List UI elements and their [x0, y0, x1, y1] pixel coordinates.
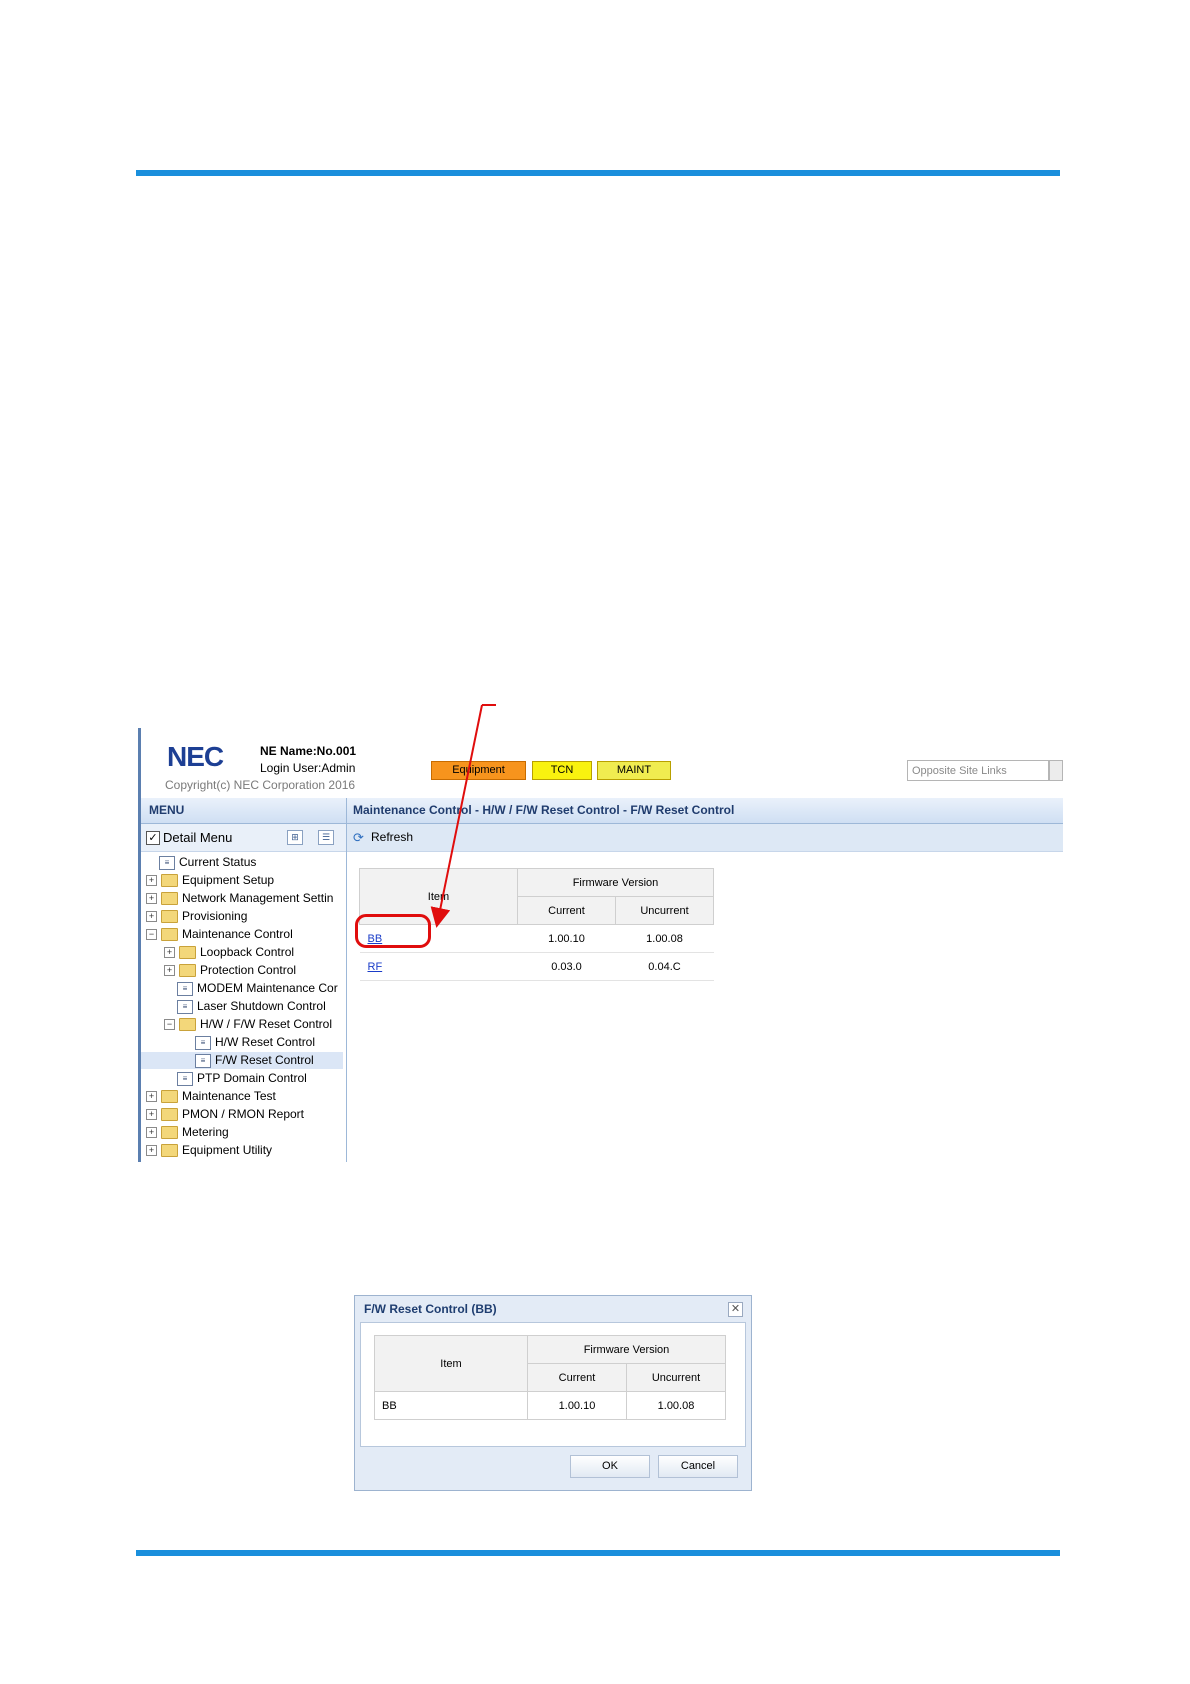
col-header-item: Item: [374, 1335, 528, 1392]
col-header-uncurrent: Uncurrent: [626, 1363, 726, 1392]
dialog-title: F/W Reset Control (BB): [364, 1302, 497, 1316]
bottom-rule: [136, 1550, 1060, 1556]
dialog-body: Item Firmware Version Current Uncurrent …: [360, 1322, 746, 1447]
cancel-button[interactable]: Cancel: [658, 1455, 738, 1478]
col-header-firmware-version: Firmware Version: [527, 1335, 726, 1364]
col-header-current: Current: [527, 1363, 627, 1392]
table-row: BB 1.00.10 1.00.08: [374, 1391, 726, 1420]
ok-button[interactable]: OK: [570, 1455, 650, 1478]
item-cell: BB: [374, 1391, 528, 1420]
fw-reset-dialog: F/W Reset Control (BB) ✕ Item Firmware V…: [354, 1295, 752, 1491]
arrow-line: [430, 704, 483, 928]
current-cell: 1.00.10: [527, 1391, 627, 1420]
dialog-firmware-table: Item Firmware Version Current Uncurrent …: [374, 1335, 726, 1420]
close-icon[interactable]: ✕: [728, 1302, 743, 1317]
uncurrent-cell: 1.00.08: [626, 1391, 726, 1420]
